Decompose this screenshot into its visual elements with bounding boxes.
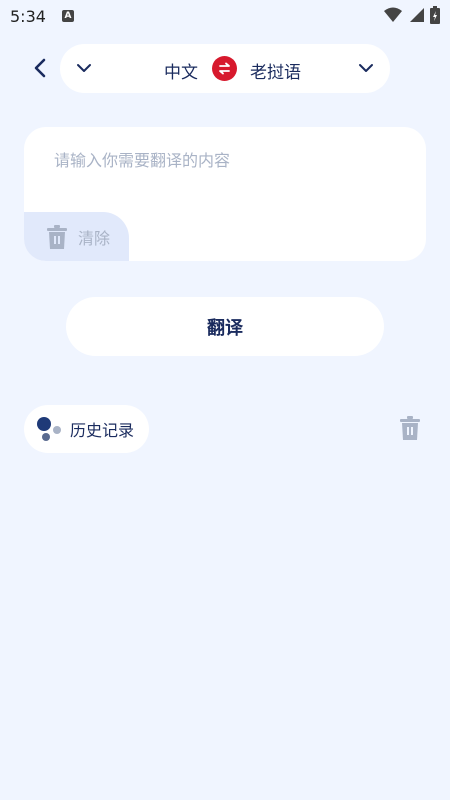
wifi-icon [384, 7, 402, 22]
source-language-label[interactable]: 中文 [164, 58, 198, 83]
status-icons [384, 6, 440, 24]
chevron-down-icon [77, 64, 91, 72]
chevron-down-icon [359, 64, 373, 72]
clear-label: 清除 [78, 228, 111, 248]
clear-button[interactable]: 清除 [24, 212, 129, 261]
chevron-left-icon [34, 58, 46, 78]
target-language-dropdown[interactable] [356, 58, 376, 82]
accessibility-badge-icon: A [61, 10, 74, 22]
translate-button[interactable]: 翻译 [66, 297, 384, 356]
back-button[interactable] [26, 54, 54, 82]
battery-charging-icon [430, 6, 440, 24]
input-card: 清除 [24, 127, 426, 261]
signal-icon [410, 8, 424, 22]
history-dots-icon [37, 417, 61, 441]
status-time: 5:34 [10, 6, 46, 26]
trash-icon [47, 224, 67, 249]
history-button[interactable]: 历史记录 [24, 405, 149, 453]
clear-history-button[interactable] [399, 416, 421, 444]
status-bar: 5:34 A [0, 0, 450, 32]
source-language-dropdown[interactable] [74, 58, 94, 82]
trash-icon [400, 416, 420, 440]
swap-icon [219, 62, 230, 75]
swap-languages-button[interactable] [212, 56, 237, 81]
history-label: 历史记录 [70, 421, 135, 440]
translation-input[interactable] [54, 147, 404, 217]
target-language-label[interactable]: 老挝语 [250, 58, 301, 83]
language-selector-bar: 中文 老挝语 [60, 44, 390, 93]
